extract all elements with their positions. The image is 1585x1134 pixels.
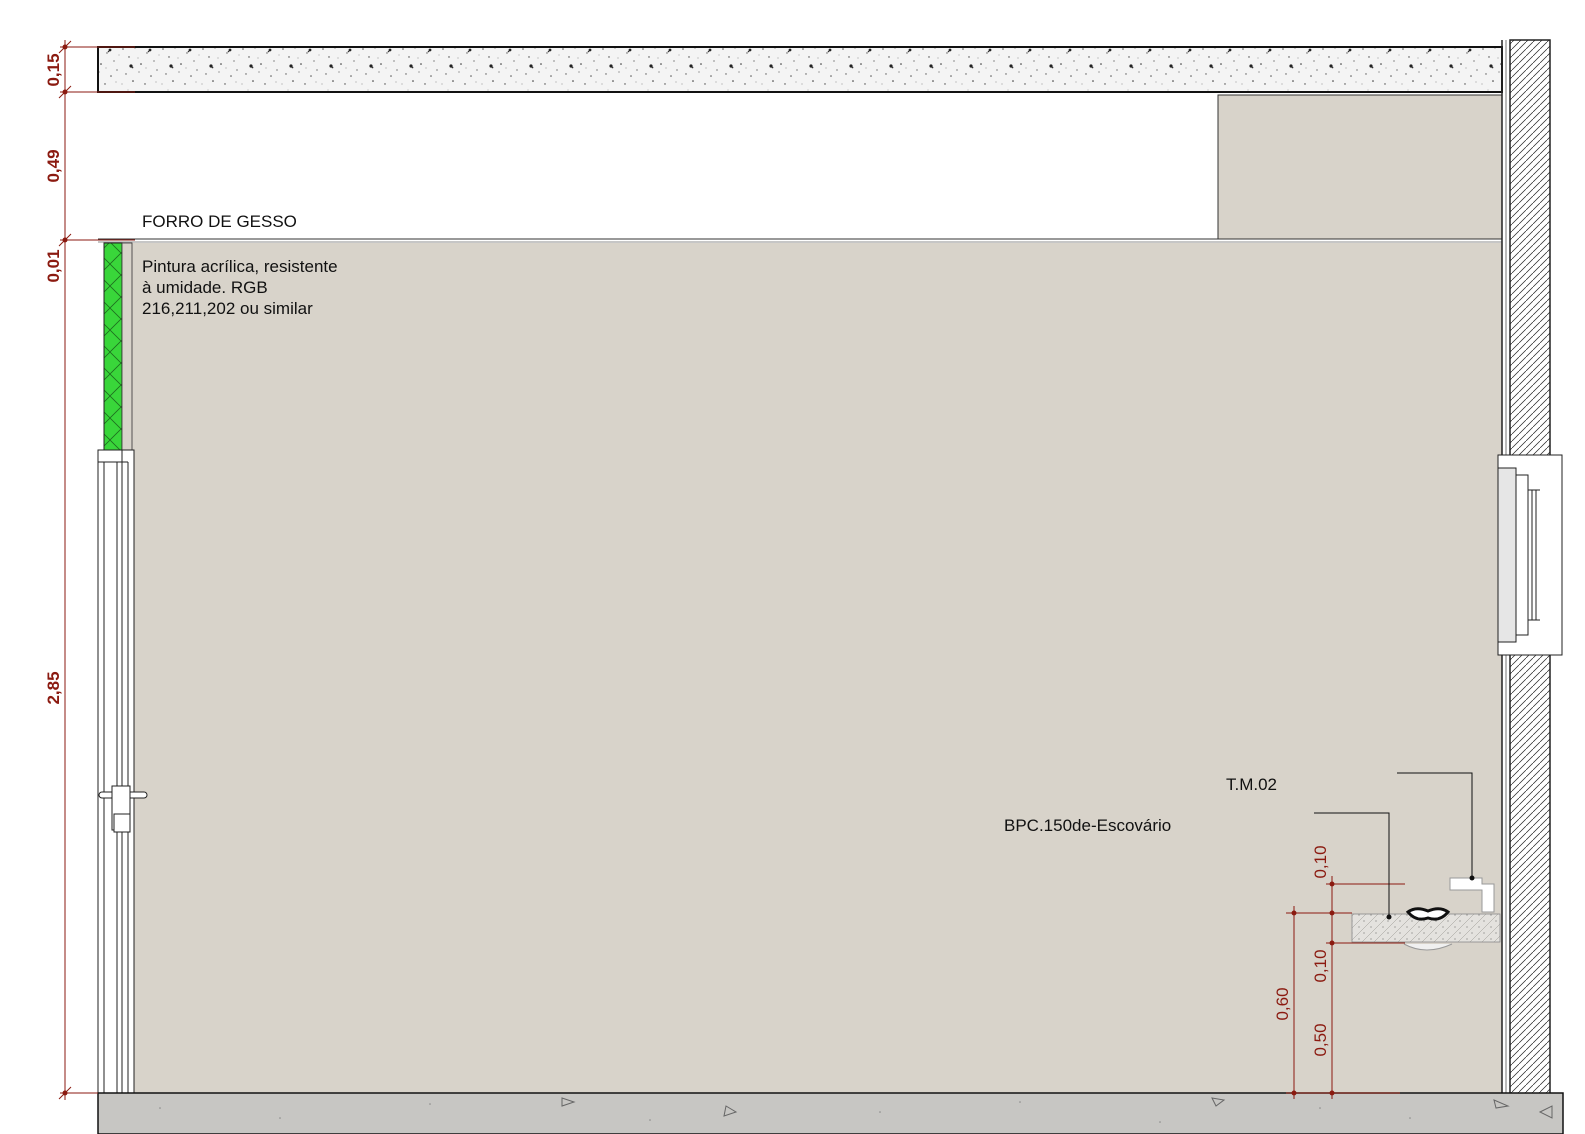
dim-slab: 0,15 [44, 53, 63, 86]
floor-slab [97, 1092, 1564, 1134]
dim-wall-height: 2,85 [44, 671, 63, 704]
concrete-slab [97, 46, 1503, 93]
dim-ceiling-board: 0,01 [44, 249, 63, 282]
elevation-drawing: 0,15 0,49 0,01 2,85 0,10 0,10 0,60 0,50 … [44, 39, 1564, 1134]
side-door-frame [1497, 454, 1563, 656]
dim-counter: 0,10 [1311, 949, 1330, 982]
tag-tm02: T.M.02 [1226, 775, 1277, 794]
paint-note-line1: Pintura acrílica, resistente [142, 257, 338, 276]
green-glass-panel [103, 242, 123, 451]
ceiling-soffit [1217, 94, 1503, 240]
painted-wall [132, 243, 1502, 1093]
dim-top-gap: 0,10 [1311, 845, 1330, 878]
dim-base: 0,50 [1311, 1023, 1330, 1056]
sink-bowl-icon [1405, 907, 1451, 921]
ceiling-label: FORRO DE GESSO [142, 212, 297, 231]
tag-bpc150: BPC.150de-Escovário [1004, 816, 1171, 835]
paint-note-line2: à umidade. RGB [142, 278, 268, 297]
paint-note-line3: 216,211,202 ou similar [142, 299, 313, 318]
dim-total: 0,60 [1273, 987, 1292, 1020]
dim-plenum: 0,49 [44, 149, 63, 182]
